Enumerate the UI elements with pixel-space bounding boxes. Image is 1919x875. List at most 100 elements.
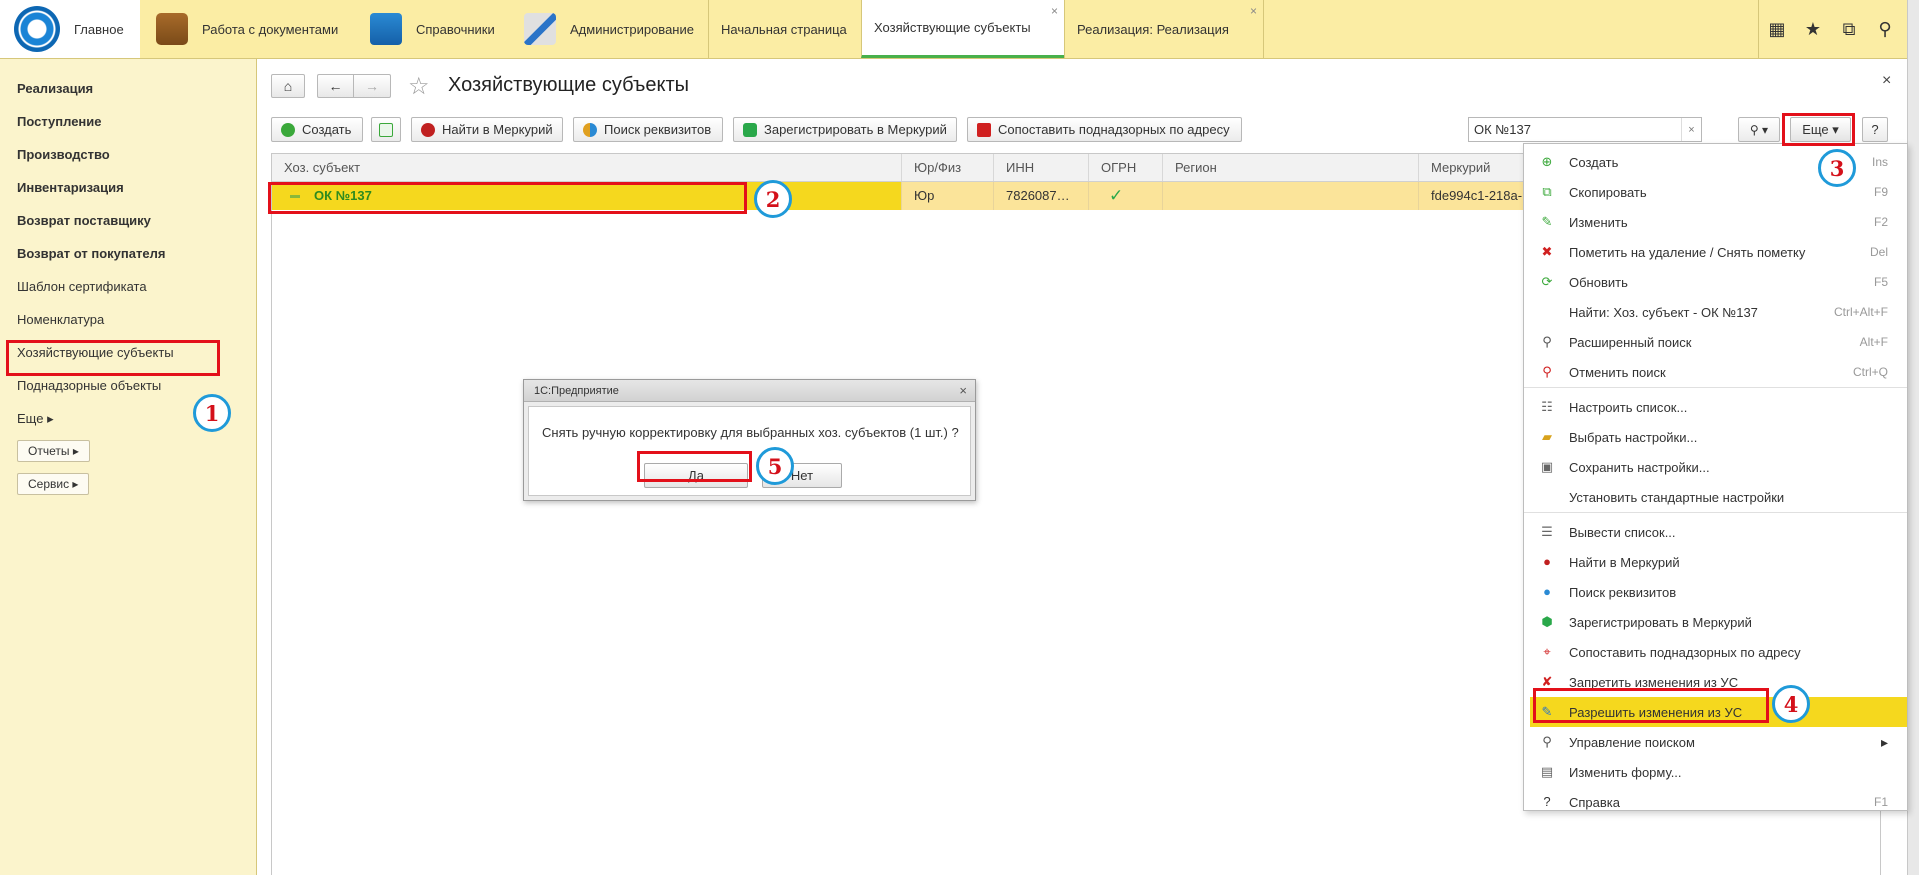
close-form-icon[interactable]: × — [1882, 72, 1891, 90]
tab-close-icon[interactable]: × — [1051, 4, 1058, 18]
search-input[interactable]: ОК №137 × — [1468, 117, 1702, 142]
home-button[interactable]: ⌂ — [271, 74, 305, 98]
menu-item-label: Найти в Меркурий — [1569, 554, 1680, 570]
menu-item-choose-settings[interactable]: ▰ Выбрать настройки... — [1524, 422, 1907, 452]
menu-item-help[interactable]: ? Справка F1 — [1524, 787, 1907, 817]
sidebar-item-nomenclature[interactable]: Номенклатура — [17, 312, 104, 327]
menu-item-standard-settings[interactable]: Установить стандартные настройки — [1524, 482, 1907, 512]
section-administration[interactable]: Администрирование — [520, 0, 710, 58]
section-home[interactable]: Главное — [0, 0, 140, 58]
grid-icon[interactable]: ▦ — [1759, 19, 1795, 40]
help-button-label: ? — [1871, 122, 1879, 137]
star-icon[interactable]: ★ — [1795, 19, 1831, 40]
window-scrollbar[interactable] — [1907, 0, 1919, 875]
find-in-mercury-label: Найти в Меркурий — [442, 122, 553, 137]
back-button[interactable]: ← — [317, 74, 353, 98]
service-button[interactable]: Сервис ▸ — [17, 473, 90, 495]
home-icon: ⌂ — [283, 78, 293, 94]
sidebar-item-production[interactable]: Производство — [17, 147, 110, 162]
menu-item-allow-changes[interactable]: ✎ Разрешить изменения из УС — [1530, 697, 1907, 727]
column-header-inn[interactable]: ИНН — [994, 154, 1089, 181]
menu-item-search-details[interactable]: ● Поиск реквизитов — [1524, 577, 1907, 607]
table-cell-entity[interactable]: ОК №137 — [272, 182, 902, 210]
cancel-search-icon: ⚲ — [1542, 364, 1552, 379]
menu-item-match-supervised[interactable]: ⌖ Сопоставить поднадзорных по адресу — [1524, 637, 1907, 667]
menu-item-cancel-search[interactable]: ⚲ Отменить поиск Ctrl+Q — [1524, 357, 1907, 387]
step-badge-5: 5 — [756, 447, 794, 485]
tab-business-entities[interactable]: Хозяйствующие субъекты × — [861, 0, 1064, 58]
menu-item-mark-delete[interactable]: ✖ Пометить на удаление / Снять пометку Del — [1524, 237, 1907, 267]
column-header-region[interactable]: Регион — [1163, 154, 1419, 181]
sidebar-item-more[interactable]: Еще ▸ — [17, 411, 54, 427]
sidebar-item-business-entities[interactable]: Хозяйствующие субъекты — [17, 345, 174, 360]
match-supervised-button[interactable]: Сопоставить поднадзорных по адресу — [967, 117, 1242, 142]
menu-item-label: Установить стандартные настройки — [1569, 489, 1785, 505]
more-button[interactable]: Еще ▾ — [1790, 117, 1851, 142]
column-header-entity[interactable]: Хоз. субъект — [272, 154, 902, 181]
dialog-close-icon[interactable]: × — [959, 380, 967, 402]
menu-item-register-mercury[interactable]: ⬢ Зарегистрировать в Меркурий — [1524, 607, 1907, 637]
menu-item-refresh[interactable]: ⟳ Обновить F5 — [1524, 267, 1907, 297]
menu-item-find-value[interactable]: Найти: Хоз. субъект - ОК №137 Ctrl+Alt+F — [1524, 297, 1907, 327]
tab-sales[interactable]: Реализация: Реализация × — [1064, 0, 1264, 58]
table-cell-inn[interactable]: 7826087… — [994, 182, 1089, 210]
tab-start-page[interactable]: Начальная страница — [708, 0, 861, 58]
help-button[interactable]: ? — [1862, 117, 1888, 142]
arrow-left-icon: ← — [328, 78, 343, 94]
table-cell-legal-type[interactable]: Юр — [902, 182, 994, 210]
menu-item-shortcut: F1 — [1873, 795, 1888, 809]
menu-item-label: Изменить — [1569, 214, 1628, 230]
reports-button[interactable]: Отчеты ▸ — [17, 440, 90, 462]
forward-button[interactable]: → — [353, 74, 391, 98]
menu-item-label: Настроить список... — [1569, 399, 1688, 415]
column-header-legal-type[interactable]: Юр/Физ — [902, 154, 994, 181]
menu-item-label: Запретить изменения из УС — [1569, 674, 1739, 690]
sidebar-item-sales[interactable]: Реализация — [17, 81, 93, 96]
section-documents[interactable]: Работа с документами — [142, 0, 374, 58]
history-icon[interactable]: ⧉ — [1831, 19, 1867, 40]
search-details-button[interactable]: Поиск реквизитов — [573, 117, 723, 142]
refresh-icon: ⟳ — [1541, 274, 1553, 289]
create-button[interactable]: Создать — [271, 117, 363, 142]
collapse-icon — [290, 195, 300, 199]
globe-icon — [583, 122, 597, 137]
menu-item-save-settings[interactable]: ▣ Сохранить настройки... — [1524, 452, 1907, 482]
sidebar-item-return-to-supplier[interactable]: Возврат поставщику — [17, 213, 151, 228]
forbid-changes-icon: ✘ — [1541, 674, 1553, 689]
export-list-icon: ☰ — [1541, 524, 1553, 539]
sidebar-item-return-from-customer[interactable]: Возврат от покупателя — [17, 246, 165, 261]
table-cell-region[interactable] — [1163, 182, 1419, 210]
menu-item-label: Пометить на удаление / Снять пометку — [1569, 244, 1806, 260]
menu-item-export-list[interactable]: ☰ Вывести список... — [1524, 517, 1907, 547]
menu-item-label: Вывести список... — [1569, 524, 1676, 540]
step-badge-4: 4 — [1772, 685, 1810, 723]
menu-item-forbid-changes[interactable]: ✘ Запретить изменения из УС — [1524, 667, 1907, 697]
menu-item-find-mercury[interactable]: ● Найти в Меркурий — [1524, 547, 1907, 577]
menu-item-label: Сопоставить поднадзорных по адресу — [1569, 644, 1801, 660]
copy-button[interactable] — [371, 117, 401, 142]
register-in-mercury-button[interactable]: Зарегистрировать в Меркурий — [733, 117, 957, 142]
menu-item-edit[interactable]: ✎ Изменить F2 — [1524, 207, 1907, 237]
sidebar-item-inventory[interactable]: Инвентаризация — [17, 180, 124, 195]
favorite-star-icon[interactable]: ☆ — [408, 72, 430, 101]
search-manage-icon: ⚲ — [1542, 734, 1552, 749]
step-badge-3: 3 — [1818, 149, 1856, 187]
menu-item-list-settings[interactable]: ☷ Настроить список... — [1524, 392, 1907, 422]
sidebar-item-supervised-objects[interactable]: Поднадзорные объекты — [17, 378, 161, 393]
search-icon[interactable]: ⚲ — [1867, 19, 1903, 40]
add-icon — [281, 122, 295, 137]
yes-button[interactable]: Да — [644, 463, 748, 488]
tab-close-icon[interactable]: × — [1250, 4, 1257, 18]
sidebar-item-certificate-template[interactable]: Шаблон сертификата — [17, 279, 147, 294]
clear-search-icon[interactable]: × — [1681, 118, 1701, 141]
find-in-mercury-button[interactable]: Найти в Меркурий — [411, 117, 563, 142]
menu-item-shortcut: Ins — [1871, 155, 1888, 169]
section-references-label: Справочники — [416, 21, 495, 37]
menu-item-change-form[interactable]: ▤ Изменить форму... — [1524, 757, 1907, 787]
search-options-button[interactable]: ⚲ ▾ — [1738, 117, 1780, 142]
sidebar-item-receipts[interactable]: Поступление — [17, 114, 102, 129]
column-header-ogrn[interactable]: ОГРН — [1089, 154, 1163, 181]
section-references[interactable]: Справочники — [366, 0, 524, 58]
menu-item-advanced-search[interactable]: ⚲ Расширенный поиск Alt+F — [1524, 327, 1907, 357]
menu-item-search-management[interactable]: ⚲ Управление поиском ▸ — [1524, 727, 1907, 757]
